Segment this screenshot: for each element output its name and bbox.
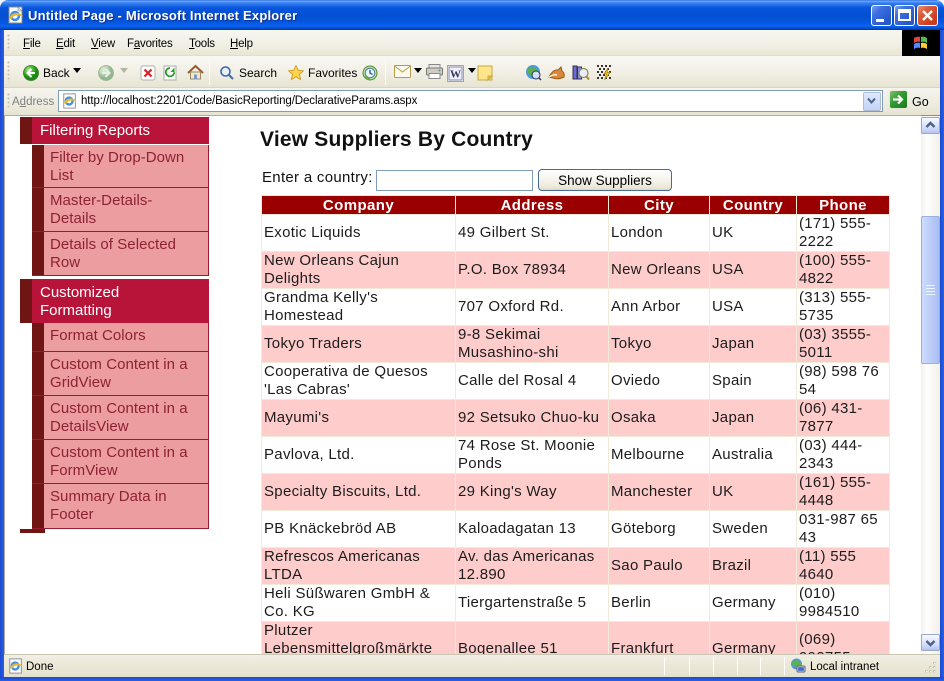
svg-text:W: W [450, 69, 461, 81]
